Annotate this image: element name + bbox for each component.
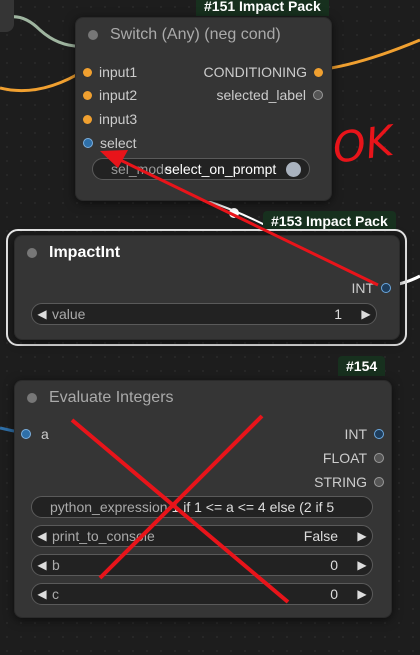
annotation-cross-stroke-2 bbox=[98, 414, 264, 580]
annotation-arrowhead-icon bbox=[100, 150, 128, 168]
annotation-arrow-line bbox=[111, 154, 379, 287]
annotation-ok-text: OK bbox=[330, 115, 400, 172]
annotation-layer: OK bbox=[70, 115, 400, 604]
